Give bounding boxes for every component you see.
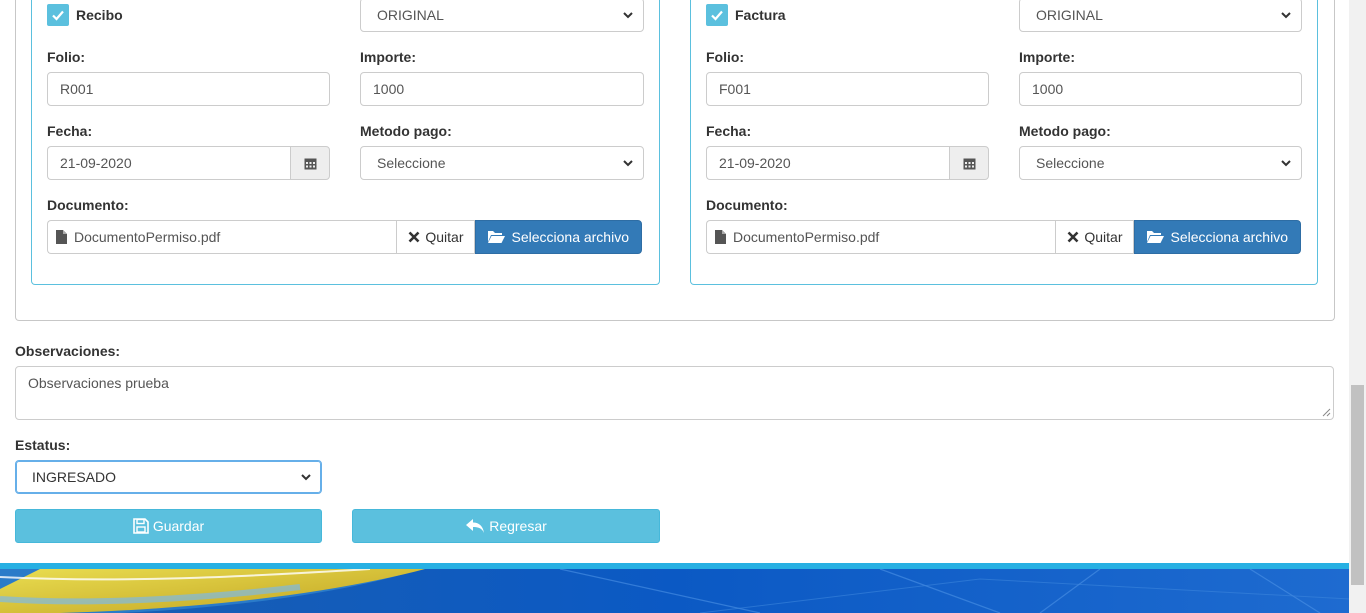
recibo-fecha-label: Fecha: bbox=[47, 123, 93, 139]
regresar-label: Regresar bbox=[489, 518, 547, 534]
factura-metodo-select[interactable]: Seleccione bbox=[1019, 146, 1302, 180]
page-scrollbar[interactable] bbox=[1349, 0, 1366, 613]
floppy-disk-icon bbox=[133, 518, 149, 534]
recibo-copy-type-value: ORIGINAL bbox=[377, 7, 444, 23]
recibo-browse-file-button[interactable]: Selecciona archivo bbox=[475, 220, 642, 254]
factura-file-name: DocumentoPermiso.pdf bbox=[733, 229, 880, 245]
factura-folio-value: F001 bbox=[719, 81, 751, 97]
estatus-value: INGRESADO bbox=[32, 469, 117, 485]
factura-importe-input[interactable]: 1000 bbox=[1019, 72, 1302, 106]
footer-banner-graphic bbox=[0, 569, 1350, 613]
recibo-importe-input[interactable]: 1000 bbox=[360, 72, 644, 106]
factura-metodo-label: Metodo pago: bbox=[1019, 123, 1111, 139]
recibo-fecha-picker[interactable]: 21-09-2020 bbox=[47, 146, 330, 180]
recibo-browse-file-label: Selecciona archivo bbox=[511, 229, 629, 245]
factura-importe-value: 1000 bbox=[1032, 81, 1064, 97]
recibo-folio-label: Folio: bbox=[47, 49, 86, 65]
recibo-copy-type-select[interactable]: ORIGINAL bbox=[360, 0, 644, 32]
factura-browse-file-button[interactable]: Selecciona archivo bbox=[1134, 220, 1301, 254]
estatus-label: Estatus: bbox=[15, 437, 71, 453]
recibo-calendar-button[interactable] bbox=[290, 146, 330, 180]
factura-metodo-value: Seleccione bbox=[1036, 155, 1105, 171]
folder-open-icon bbox=[488, 231, 506, 243]
recibo-checkbox[interactable] bbox=[47, 4, 69, 26]
factura-browse-file-label: Selecciona archivo bbox=[1170, 229, 1288, 245]
calendar-icon bbox=[304, 158, 316, 169]
factura-remove-file-button[interactable]: Quitar bbox=[1055, 220, 1135, 254]
estatus-select[interactable]: INGRESADO bbox=[15, 460, 322, 494]
recibo-remove-file-button[interactable]: Quitar bbox=[396, 220, 476, 254]
regresar-button[interactable]: Regresar bbox=[352, 509, 660, 543]
recibo-fecha-value: 21-09-2020 bbox=[60, 155, 132, 171]
factura-calendar-button[interactable] bbox=[949, 146, 989, 180]
chevron-down-icon bbox=[623, 160, 633, 167]
recibo-metodo-select[interactable]: Seleccione bbox=[360, 146, 644, 180]
factura-fecha-label: Fecha: bbox=[706, 123, 752, 139]
guardar-label: Guardar bbox=[152, 518, 205, 534]
factura-file-caption: DocumentoPermiso.pdf bbox=[706, 220, 1056, 254]
factura-importe-label: Importe: bbox=[1019, 49, 1075, 65]
recibo-importe-label: Importe: bbox=[360, 49, 416, 65]
chevron-down-icon bbox=[623, 12, 633, 19]
chevron-down-icon bbox=[1281, 12, 1291, 19]
factura-file-input[interactable]: DocumentoPermiso.pdf Quitar Selecciona a… bbox=[706, 220, 1301, 254]
factura-remove-file-label: Quitar bbox=[1084, 229, 1123, 245]
recibo-importe-value: 1000 bbox=[373, 81, 405, 97]
recibo-metodo-value: Seleccione bbox=[377, 155, 446, 171]
recibo-documento-label: Documento: bbox=[47, 197, 129, 213]
calendar-icon bbox=[963, 158, 975, 169]
check-icon bbox=[711, 10, 723, 21]
factura-checkbox-label: Factura bbox=[735, 7, 786, 23]
factura-copy-type-value: ORIGINAL bbox=[1036, 7, 1103, 23]
observaciones-textarea[interactable]: Observaciones prueba bbox=[15, 366, 1334, 420]
close-icon bbox=[1067, 231, 1079, 243]
recibo-file-input[interactable]: DocumentoPermiso.pdf Quitar Selecciona a… bbox=[47, 220, 642, 254]
factura-folio-label: Folio: bbox=[706, 49, 745, 65]
chevron-down-icon bbox=[301, 474, 311, 481]
file-icon bbox=[56, 230, 67, 244]
factura-checkbox[interactable] bbox=[706, 4, 728, 26]
factura-fecha-input[interactable]: 21-09-2020 bbox=[706, 146, 949, 180]
recibo-folio-input[interactable]: R001 bbox=[47, 72, 330, 106]
recibo-fecha-input[interactable]: 21-09-2020 bbox=[47, 146, 290, 180]
recibo-remove-file-label: Quitar bbox=[425, 229, 464, 245]
folder-open-icon bbox=[1147, 231, 1165, 243]
chevron-down-icon bbox=[1281, 160, 1291, 167]
factura-documento-label: Documento: bbox=[706, 197, 788, 213]
factura-folio-input[interactable]: F001 bbox=[706, 72, 989, 106]
recibo-checkbox-label: Recibo bbox=[76, 7, 123, 23]
guardar-button[interactable]: Guardar bbox=[15, 509, 322, 543]
observaciones-label: Observaciones: bbox=[15, 343, 121, 359]
footer-banner bbox=[0, 569, 1350, 613]
file-icon bbox=[715, 230, 726, 244]
factura-fecha-value: 21-09-2020 bbox=[719, 155, 791, 171]
resize-grip-icon[interactable] bbox=[1322, 408, 1331, 417]
check-icon bbox=[52, 10, 64, 21]
scrollbar-thumb[interactable] bbox=[1351, 385, 1364, 585]
observaciones-value: Observaciones prueba bbox=[28, 375, 169, 391]
reply-icon bbox=[466, 519, 485, 533]
recibo-metodo-label: Metodo pago: bbox=[360, 123, 452, 139]
factura-fecha-picker[interactable]: 21-09-2020 bbox=[706, 146, 989, 180]
recibo-file-caption: DocumentoPermiso.pdf bbox=[47, 220, 397, 254]
recibo-file-name: DocumentoPermiso.pdf bbox=[74, 229, 221, 245]
recibo-folio-value: R001 bbox=[60, 81, 94, 97]
factura-copy-type-select[interactable]: ORIGINAL bbox=[1019, 0, 1302, 32]
close-icon bbox=[408, 231, 420, 243]
